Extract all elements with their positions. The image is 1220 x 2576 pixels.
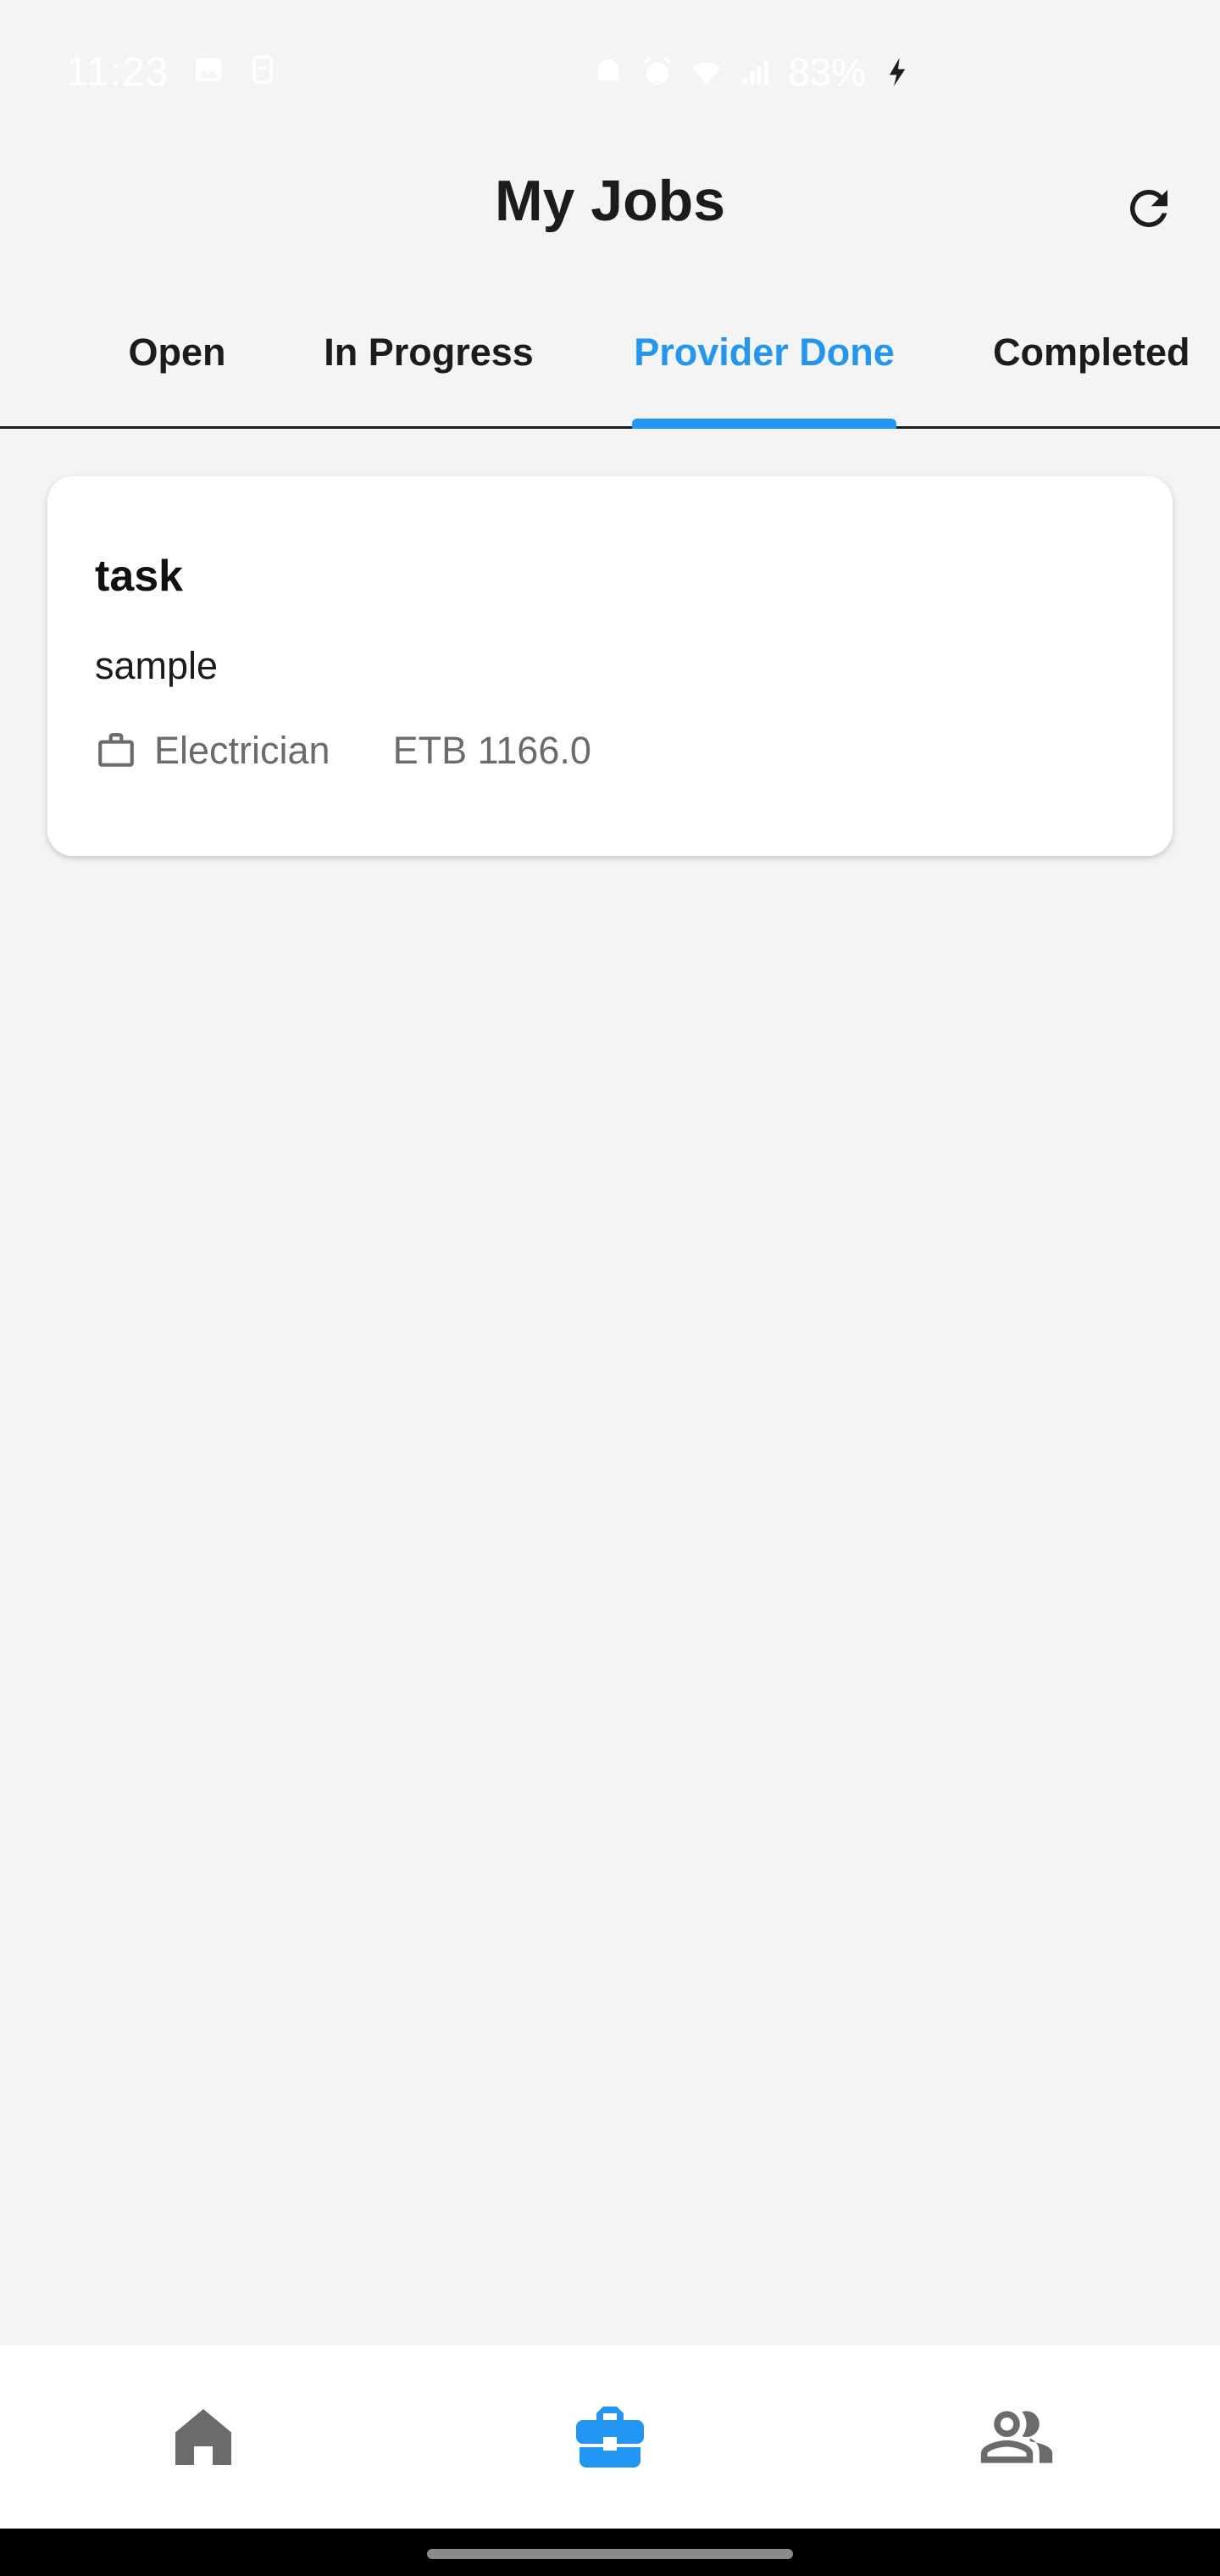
status-bar: 11:23 83% xyxy=(0,0,1220,146)
job-meta: Electrician ETB 1166.0 xyxy=(95,729,591,773)
refresh-button[interactable] xyxy=(1110,169,1188,247)
android-icon xyxy=(598,59,618,80)
home-icon xyxy=(175,2409,231,2465)
job-category: Electrician xyxy=(154,729,330,772)
status-system-icons: 83% xyxy=(591,49,915,95)
tab-completed[interactable]: Completed xyxy=(974,305,1220,429)
system-gesture-area xyxy=(0,2529,1220,2576)
briefcase-icon xyxy=(576,2407,644,2468)
status-time: 11:23 xyxy=(66,50,169,95)
sim-icon xyxy=(252,55,273,84)
briefcase-icon xyxy=(98,733,134,767)
nav-home[interactable] xyxy=(0,2346,407,2529)
people-icon xyxy=(980,2411,1053,2463)
nav-my-jobs[interactable] xyxy=(407,2346,813,2529)
tab-indicator xyxy=(632,419,896,429)
tab-open[interactable]: Open xyxy=(81,305,273,429)
signal-icon xyxy=(743,60,768,85)
gesture-handle[interactable] xyxy=(427,2549,793,2559)
job-title: task xyxy=(95,552,184,601)
page-title: My Jobs xyxy=(494,169,726,233)
battery-level: 83% xyxy=(788,50,867,94)
tab-provider-done[interactable]: Provider Done xyxy=(618,305,910,429)
job-description: sample xyxy=(95,644,219,687)
nav-people[interactable] xyxy=(813,2346,1220,2529)
wifi-icon xyxy=(692,62,721,85)
image-icon xyxy=(196,58,221,81)
charging-icon xyxy=(890,58,906,86)
job-card[interactable]: task sample Electrician ETB 1166.0 xyxy=(47,476,1173,856)
app-bar: My Jobs xyxy=(0,146,1220,264)
job-status-tabs: Open In Progress Provider Done Completed xyxy=(0,305,1220,429)
bottom-navigation xyxy=(0,2346,1220,2529)
status-notification-icons xyxy=(191,53,280,86)
tab-in-progress[interactable]: In Progress xyxy=(293,305,564,429)
refresh-icon xyxy=(1129,189,1167,227)
job-price: ETB 1166.0 xyxy=(392,729,591,772)
alarm-icon xyxy=(644,57,671,85)
